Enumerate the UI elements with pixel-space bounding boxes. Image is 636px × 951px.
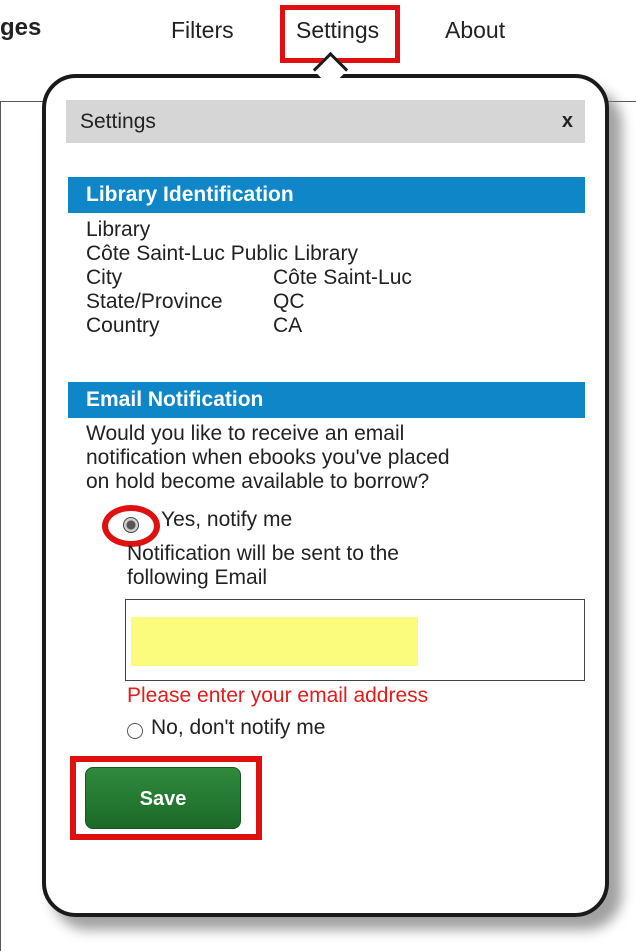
- notify-yes-label[interactable]: Yes, notify me: [161, 508, 292, 532]
- question-line-2: notification when ebooks you've placed: [86, 446, 450, 469]
- settings-highlight-box: [280, 5, 400, 63]
- question-line-1: Would you like to receive an email: [86, 422, 405, 445]
- notify-no-radio[interactable]: [127, 723, 143, 739]
- notification-note-line-2: following Email: [127, 566, 268, 589]
- radio-highlight-circle: [102, 505, 160, 547]
- email-redaction-highlight: [131, 617, 418, 666]
- city-label: City: [86, 266, 123, 289]
- email-notification-heading: Email Notification: [68, 382, 585, 418]
- state-label: State/Province: [86, 290, 223, 313]
- dialog-title: Settings: [80, 110, 156, 133]
- save-highlight-box: [70, 756, 262, 840]
- library-label: Library: [86, 218, 151, 241]
- page: ges Filters Settings About Settings x Li…: [0, 0, 636, 951]
- nav-divider-left: [0, 101, 44, 102]
- country-value: CA: [273, 314, 303, 337]
- notify-no-label[interactable]: No, don't notify me: [151, 716, 325, 740]
- notification-note-line-1: Notification will be sent to the: [127, 542, 399, 565]
- page-left-border: [0, 101, 1, 951]
- email-field[interactable]: [125, 599, 585, 681]
- question-line-3: on hold become available to borrow?: [86, 470, 430, 493]
- library-identification-heading: Library Identification: [68, 177, 585, 213]
- library-value: Côte Saint-Luc Public Library: [86, 242, 358, 265]
- site-title: ges: [0, 14, 42, 41]
- country-label: Country: [86, 314, 160, 337]
- nav-about[interactable]: About: [445, 17, 505, 44]
- nav-filters[interactable]: Filters: [171, 17, 234, 44]
- popup-pointer-mask: [312, 78, 348, 86]
- state-value: QC: [273, 290, 305, 313]
- dialog-header: Settings x: [66, 100, 585, 143]
- city-value: Côte Saint-Luc: [273, 266, 412, 289]
- close-button[interactable]: x: [562, 100, 573, 143]
- email-error-message: Please enter your email address: [127, 684, 429, 707]
